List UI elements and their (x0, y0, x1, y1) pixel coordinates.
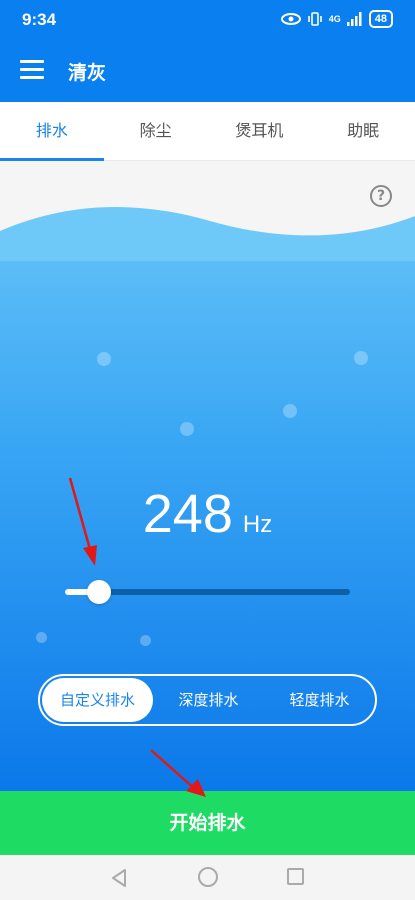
bubble (354, 351, 368, 365)
tab-sleep-aid[interactable]: 助眠 (311, 102, 415, 160)
page-title: 清灰 (68, 62, 107, 84)
start-drain-button[interactable]: 开始排水 (0, 791, 415, 855)
bubble (97, 352, 111, 366)
status-time: 9:34 (22, 10, 57, 29)
help-icon[interactable]: ? (370, 185, 392, 207)
tab-drain[interactable]: 排水 (0, 102, 104, 161)
mode-light-drain[interactable]: 轻度排水 (264, 678, 375, 722)
tab-burn-in[interactable]: 煲耳机 (208, 102, 312, 160)
recent-icon[interactable] (287, 868, 304, 885)
mode-selector: 自定义排水 深度排水 轻度排水 (38, 674, 377, 726)
vibrate-icon (307, 12, 322, 26)
bubble (140, 635, 151, 646)
status-icons: 4G 48 (280, 10, 393, 28)
tab-bar: 排水 除尘 煲耳机 助眠 (0, 102, 415, 161)
frequency-unit: Hz (242, 511, 273, 538)
home-icon[interactable] (198, 867, 218, 887)
tab-dust-removal[interactable]: 除尘 (104, 102, 208, 160)
mode-deep-drain[interactable]: 深度排水 (153, 678, 264, 722)
wave-decoration (0, 207, 415, 261)
system-nav-bar (0, 855, 415, 900)
bubble (36, 632, 47, 643)
app-bar: 清灰 (0, 40, 415, 102)
bubble (180, 422, 194, 436)
status-bar: 9:34 4G 48 (0, 0, 415, 40)
slider-thumb[interactable] (87, 580, 111, 604)
eye-icon (280, 13, 301, 25)
network-type: 4G (328, 14, 341, 24)
frequency-value: 248 (142, 484, 233, 544)
signal-icon (346, 12, 362, 26)
battery-icon: 48 (368, 10, 393, 28)
menu-icon[interactable] (20, 60, 44, 80)
drain-panel: ? 248 Hz 自定义排水 深度排水 轻度排水 (0, 161, 415, 791)
back-icon[interactable] (110, 868, 128, 888)
mode-custom-drain[interactable]: 自定义排水 (42, 678, 153, 722)
frequency-display: 248 Hz (0, 483, 415, 545)
bubble (283, 404, 297, 418)
frequency-slider[interactable] (65, 579, 350, 605)
